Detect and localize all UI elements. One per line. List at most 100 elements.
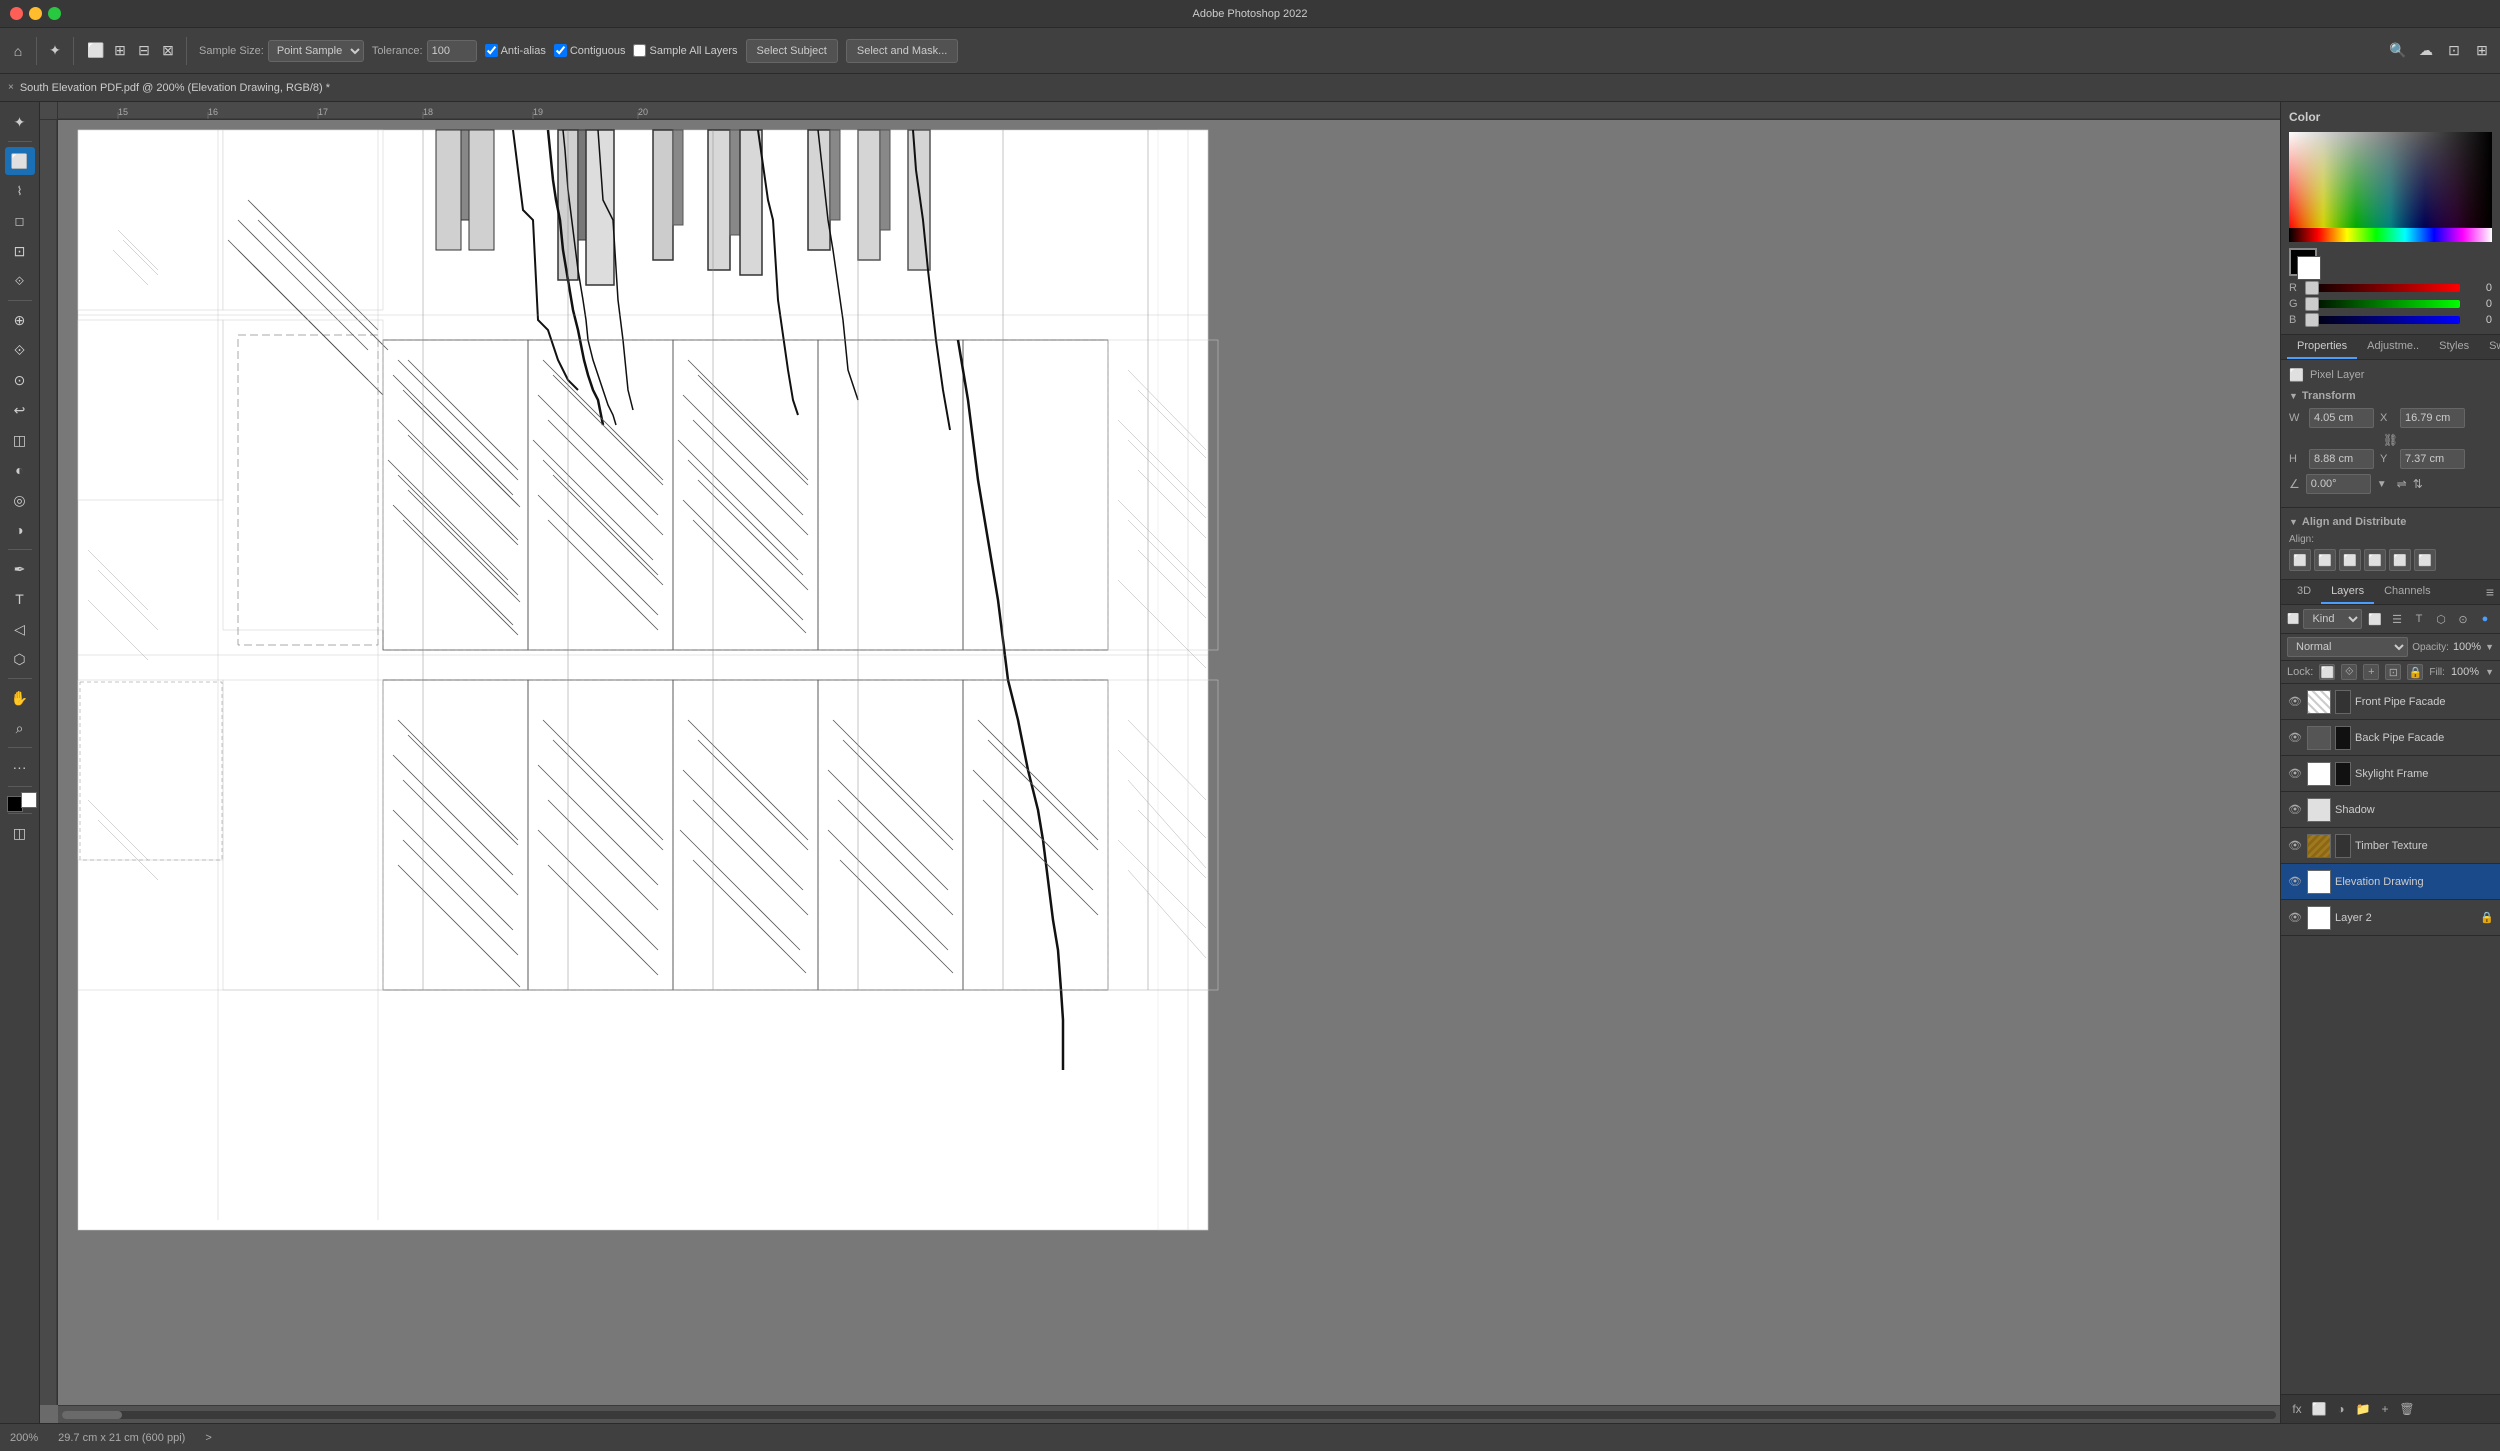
maximize-button[interactable] xyxy=(48,7,61,20)
layer-visibility-skylight[interactable]: 👁 xyxy=(2287,766,2303,782)
add-group-button[interactable]: 📁 xyxy=(2353,1399,2373,1419)
horizontal-scrollbar[interactable] xyxy=(58,1405,2280,1423)
layer-visibility-shadow[interactable]: 👁 xyxy=(2287,802,2303,818)
tab-styles[interactable]: Styles xyxy=(2429,335,2479,359)
layer-visibility-elevation[interactable]: 👁 xyxy=(2287,874,2303,890)
text-tool-icon[interactable]: T xyxy=(5,585,35,613)
blend-mode-select[interactable]: Normal xyxy=(2287,637,2408,657)
g-slider-track[interactable] xyxy=(2305,300,2460,308)
more-tools-icon[interactable]: ··· xyxy=(5,753,35,781)
search-icon[interactable]: 🔍 xyxy=(2388,41,2408,61)
filter-toggle-icon[interactable]: ● xyxy=(2476,610,2494,628)
layer-item-back-pipe-facade[interactable]: 👁 Back Pipe Facade xyxy=(2281,720,2500,756)
forward-arrow-icon[interactable]: > xyxy=(205,1432,211,1444)
tab-3d[interactable]: 3D xyxy=(2287,580,2321,604)
lock-artboard-icon[interactable]: ⊡ xyxy=(2385,664,2401,680)
tab-layers[interactable]: Layers xyxy=(2321,580,2374,604)
align-left-edges-button[interactable]: ⬜ xyxy=(2289,549,2311,571)
y-input[interactable] xyxy=(2400,449,2465,469)
add-layer-fx-button[interactable]: fx xyxy=(2287,1399,2307,1419)
lasso-tool-icon[interactable]: ⌇ xyxy=(5,177,35,205)
add-layer-button[interactable]: + xyxy=(2375,1399,2395,1419)
layer-visibility-timber[interactable]: 👁 xyxy=(2287,838,2303,854)
eraser-tool-icon[interactable]: ◫ xyxy=(5,426,35,454)
tab-close-button[interactable]: × xyxy=(8,82,14,93)
b-slider-thumb[interactable] xyxy=(2305,313,2319,327)
g-slider-thumb[interactable] xyxy=(2305,297,2319,311)
flip-v-icon[interactable]: ⇅ xyxy=(2413,477,2423,491)
layer-item-front-pipe-facade[interactable]: 👁 Front Pipe Facade xyxy=(2281,684,2500,720)
opacity-arrow-icon[interactable]: ▼ xyxy=(2485,642,2494,652)
align-right-edges-button[interactable]: ⬜ xyxy=(2339,549,2361,571)
w-input[interactable] xyxy=(2309,408,2374,428)
pen-tool-icon[interactable]: ✒ xyxy=(5,555,35,583)
layer-item-timber-texture[interactable]: 👁 Timber Texture xyxy=(2281,828,2500,864)
move-tool-icon[interactable]: ✦ xyxy=(5,108,35,136)
contiguous-checkbox[interactable] xyxy=(554,44,567,57)
tolerance-input[interactable] xyxy=(427,40,477,62)
object-select-icon[interactable]: ◻ xyxy=(5,207,35,235)
window-icon[interactable]: ⊡ xyxy=(2444,41,2464,61)
transform-header[interactable]: ▼ Transform xyxy=(2289,390,2492,402)
select-subject-button[interactable]: Select Subject xyxy=(746,39,838,63)
select-mask-button[interactable]: Select and Mask... xyxy=(846,39,959,63)
layer-kind-select[interactable]: Kind xyxy=(2303,609,2362,629)
sample-all-layers-checkbox[interactable] xyxy=(633,44,646,57)
home-icon[interactable]: ⌂ xyxy=(8,41,28,61)
fill-arrow-icon[interactable]: ▼ xyxy=(2485,667,2494,677)
blur-tool-icon[interactable]: ◎ xyxy=(5,486,35,514)
zoom-tool-icon[interactable]: ⌕ xyxy=(5,714,35,742)
anti-alias-checkbox[interactable] xyxy=(485,44,498,57)
brush-tool-icon[interactable]: ⟐ xyxy=(5,336,35,364)
h-input[interactable] xyxy=(2309,449,2374,469)
tab-adjustments[interactable]: Adjustme.. xyxy=(2357,335,2429,359)
history-brush-icon[interactable]: ↩ xyxy=(5,396,35,424)
minimize-button[interactable] xyxy=(29,7,42,20)
canvas-area[interactable]: 15 16 17 18 19 20 xyxy=(40,102,2280,1423)
dodge-tool-icon[interactable]: ◑ xyxy=(5,516,35,544)
align-bottom-edges-button[interactable]: ⬜ xyxy=(2414,549,2436,571)
filter-pixel-icon[interactable]: ⬜ xyxy=(2366,610,2384,628)
foreground-swatch[interactable] xyxy=(2289,248,2317,276)
layer-item-elevation-drawing[interactable]: 👁 Elevation Drawing xyxy=(2281,864,2500,900)
clone-stamp-icon[interactable]: ⊙ xyxy=(5,366,35,394)
lock-all-icon[interactable]: 🔒 xyxy=(2407,664,2423,680)
close-button[interactable] xyxy=(10,7,23,20)
path-select-icon[interactable]: ◁ xyxy=(5,615,35,643)
angle-dropdown-icon[interactable]: ▼ xyxy=(2377,479,2387,490)
scrollbar-track[interactable] xyxy=(62,1411,2276,1419)
align-top-edges-button[interactable]: ⬜ xyxy=(2364,549,2386,571)
add-adjustment-button[interactable]: ◑ xyxy=(2331,1399,2351,1419)
intersect-selection-icon[interactable]: ⊠ xyxy=(158,41,178,61)
layer-visibility-back-pipe[interactable]: 👁 xyxy=(2287,730,2303,746)
tab-swatches[interactable]: Swatches xyxy=(2479,335,2500,359)
lock-transparent-icon[interactable]: ⬜ xyxy=(2319,664,2335,680)
background-color[interactable] xyxy=(21,792,37,808)
align-horizontal-centers-button[interactable]: ⬜ xyxy=(2314,549,2336,571)
align-header[interactable]: ▼ Align and Distribute xyxy=(2289,516,2492,528)
main-canvas[interactable] xyxy=(58,120,2280,1405)
magic-wand-icon[interactable]: ✦ xyxy=(45,41,65,61)
arrange-icon[interactable]: ⊞ xyxy=(2472,41,2492,61)
tab-properties[interactable]: Properties xyxy=(2287,335,2357,359)
new-selection-icon[interactable]: ⬜ xyxy=(86,41,106,61)
layer-visibility-front-pipe[interactable]: 👁 xyxy=(2287,694,2303,710)
shape-tool-icon[interactable]: ⬡ xyxy=(5,645,35,673)
add-selection-icon[interactable]: ⊞ xyxy=(110,41,130,61)
filter-adjustment-icon[interactable]: ☰ xyxy=(2388,610,2406,628)
hand-tool-icon[interactable]: ✋ xyxy=(5,684,35,712)
filter-shape-icon[interactable]: ⬡ xyxy=(2432,610,2450,628)
r-slider-track[interactable] xyxy=(2305,284,2460,292)
lock-position-icon[interactable]: + xyxy=(2363,664,2379,680)
r-slider-thumb[interactable] xyxy=(2305,281,2319,295)
link-proportions-icon[interactable]: ⛓ xyxy=(2383,433,2398,447)
crop-tool-icon[interactable]: ⊡ xyxy=(5,237,35,265)
filter-type-icon[interactable]: T xyxy=(2410,610,2428,628)
spot-heal-icon[interactable]: ⊕ xyxy=(5,306,35,334)
x-input[interactable] xyxy=(2400,408,2465,428)
layer-item-layer-2[interactable]: 👁 Layer 2 🔒 xyxy=(2281,900,2500,936)
filter-smart-icon[interactable]: ⊙ xyxy=(2454,610,2472,628)
gradient-tool-icon[interactable]: ◐ xyxy=(5,456,35,484)
layer-visibility-layer2[interactable]: 👁 xyxy=(2287,910,2303,926)
align-vertical-centers-button[interactable]: ⬜ xyxy=(2389,549,2411,571)
